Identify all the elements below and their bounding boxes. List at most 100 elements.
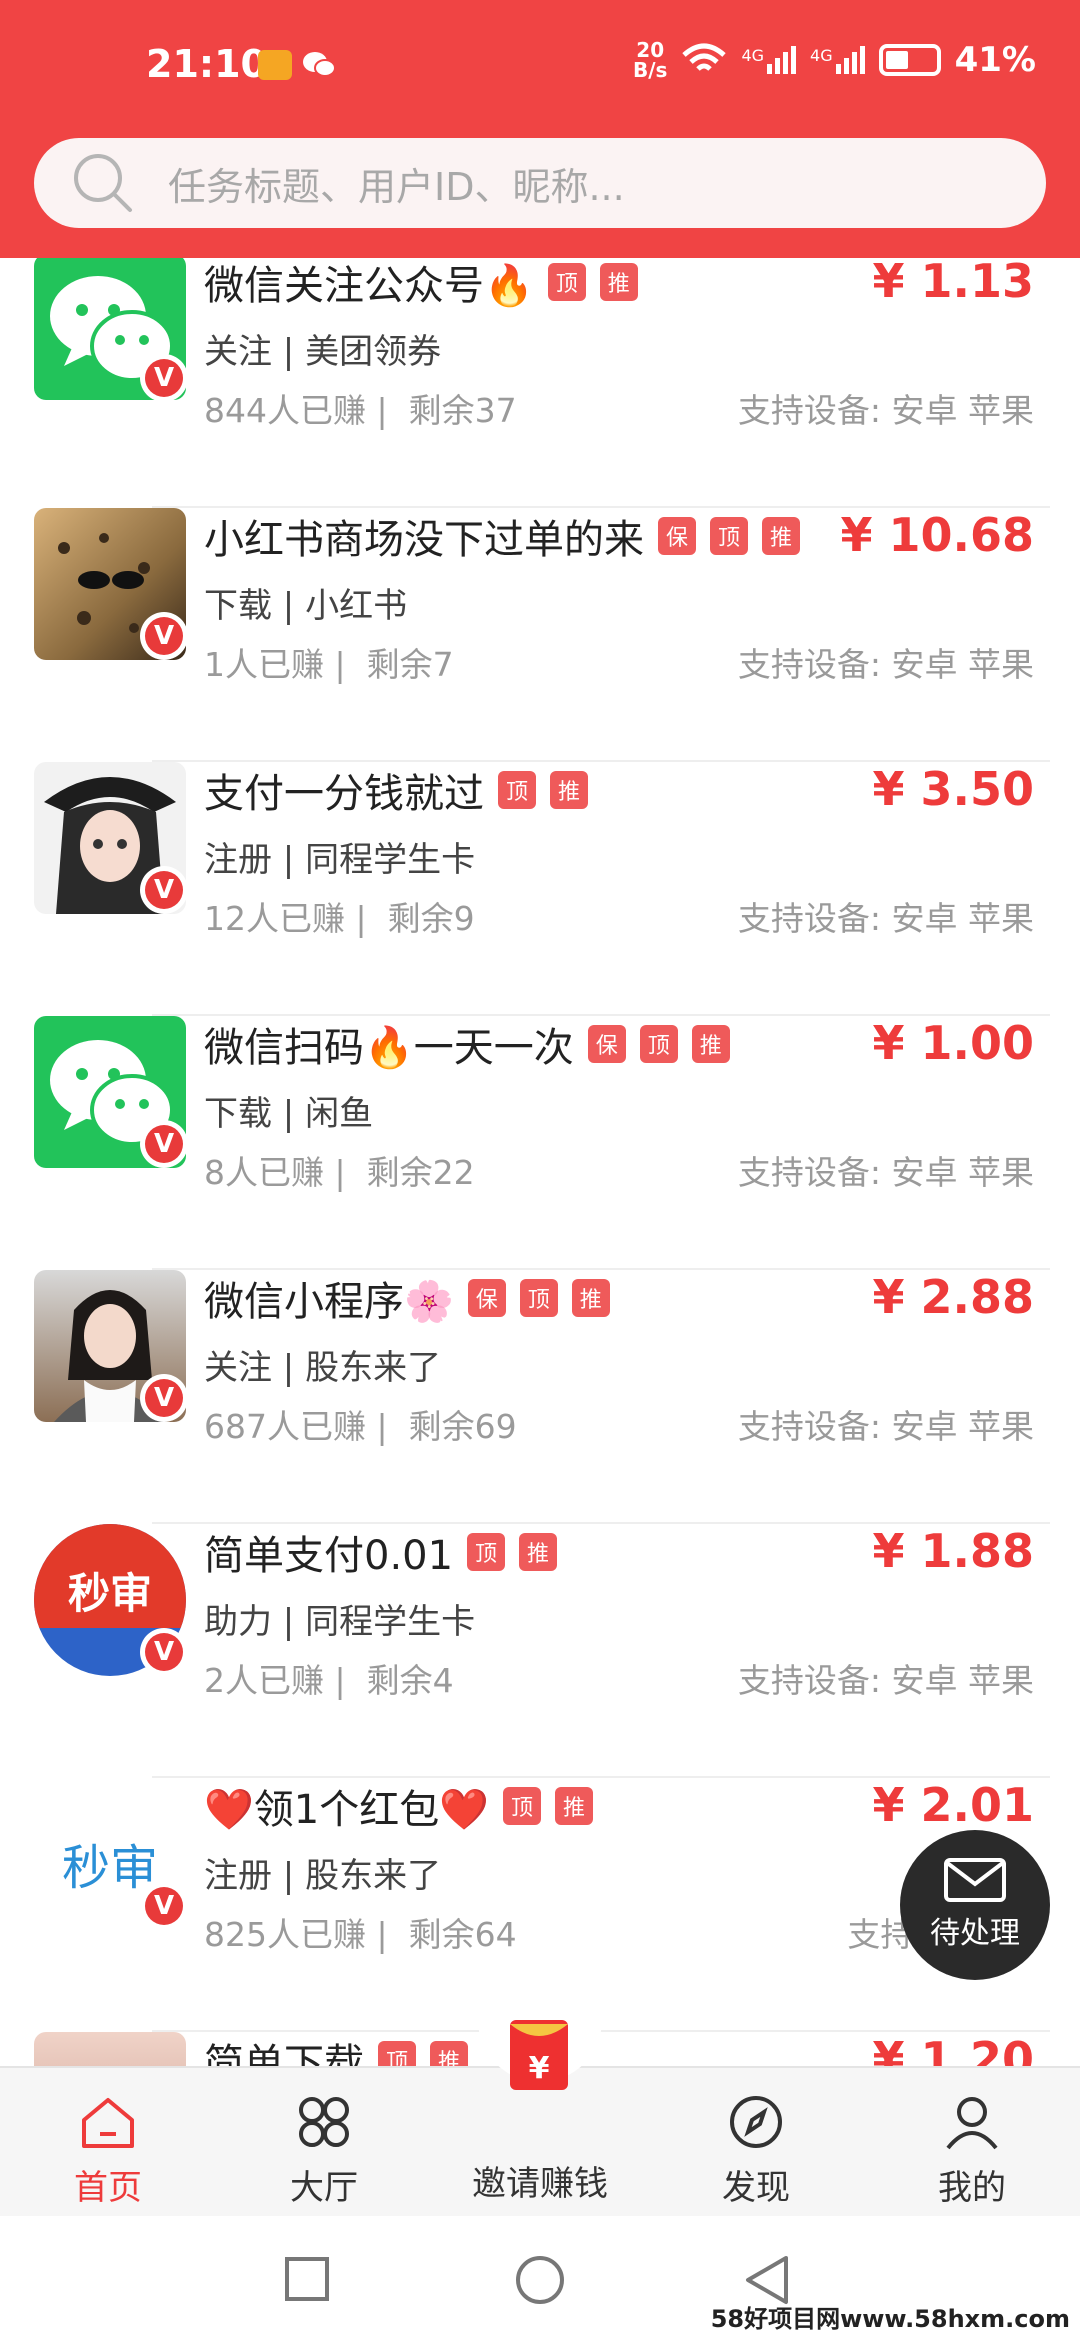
task-item[interactable]: V 小红书商场没下过单的来 保 顶 推 ¥ 10.68 下载 | 小红书 1人已…: [0, 508, 1080, 762]
verified-badge: V: [140, 1628, 188, 1676]
task-devices: 支持设备: 安卓 苹果: [737, 899, 1034, 938]
task-price: ¥ 10.68: [840, 508, 1034, 562]
task-stats: 687人已赚 | 剩余69: [204, 1407, 517, 1446]
home-button[interactable]: [514, 2254, 566, 2306]
wifi-icon: [682, 43, 727, 71]
verified-badge: V: [140, 612, 188, 660]
task-price: ¥ 1.00: [872, 1016, 1034, 1070]
envelope-icon: [944, 1858, 1006, 1902]
tag-guarantee: 保: [587, 1025, 626, 1063]
tag-top: 顶: [503, 1787, 542, 1825]
tag-guarantee: 保: [467, 1279, 506, 1317]
task-price: ¥ 1.20: [872, 2032, 1034, 2066]
verified-badge: V: [140, 1882, 188, 1930]
tab-hall[interactable]: 大厅: [244, 2094, 404, 2209]
task-devices: 支持设备: 安卓 苹果: [737, 645, 1034, 684]
fab-label: 待处理: [930, 1916, 1020, 1951]
tag-recommend: 推: [519, 1533, 558, 1571]
status-bar: 21:10 20 B/s 4G 4G 41%: [0, 0, 1080, 132]
tag-top: 顶: [547, 263, 586, 301]
tag-recommend: 推: [550, 771, 588, 809]
tag-recommend: 推: [571, 1279, 610, 1317]
task-devices: 支持设备: 安卓 苹果: [737, 1661, 1034, 1700]
task-category: 下载 | 闲鱼: [204, 1094, 374, 1134]
task-title-row: 微信扫码🔥一天一次 保 顶 推: [204, 1016, 730, 1072]
task-title: 微信小程序🌸: [204, 1279, 454, 1325]
task-item[interactable]: V 微信扫码🔥一天一次 保 顶 推 ¥ 1.00 下载 | 闲鱼 8人已赚 | …: [0, 1016, 1080, 1270]
svg-text:¥: ¥: [529, 2051, 550, 2086]
tag-recommend: 推: [762, 517, 800, 555]
status-time: 21:10: [146, 42, 267, 86]
red-envelope-icon[interactable]: ¥: [504, 2014, 574, 2094]
system-navbar: 58好项目网www.58hxm.com: [0, 2216, 1080, 2340]
battery-percent: 41%: [954, 40, 1036, 80]
task-price: ¥ 2.01: [872, 1778, 1034, 1832]
verified-badge: V: [140, 354, 188, 402]
task-title: ❤️领1个红包❤️: [204, 1787, 490, 1833]
tab-mine[interactable]: 我的: [892, 2094, 1052, 2209]
task-title: 支付一分钱就过: [204, 771, 484, 817]
tab-invite[interactable]: 邀请赚钱: [440, 2156, 640, 2205]
task-title: 微信关注公众号🔥: [204, 263, 534, 309]
tab-home[interactable]: 首页: [28, 2094, 188, 2209]
task-category: 下载 | 小红书: [204, 586, 408, 626]
watermark: 58好项目网www.58hxm.com: [710, 2305, 1070, 2333]
tag-top: 顶: [639, 1025, 678, 1063]
signal-2: 4G: [810, 46, 865, 74]
task-stats: 12人已赚 | 剩余9: [204, 899, 475, 938]
task-list[interactable]: V 微信关注公众号🔥 顶 推 ¥ 1.13 关注 | 美团领券 844人已赚 |…: [0, 258, 1080, 2066]
task-title: 小红书商场没下过单的来: [204, 517, 644, 563]
tag-recommend: 推: [691, 1025, 730, 1063]
task-stats: 2人已赚 | 剩余4: [204, 1661, 454, 1700]
tag-top: 顶: [519, 1279, 558, 1317]
task-price: ¥ 2.88: [872, 1270, 1034, 1324]
task-title: 简单支付0.01: [204, 1533, 454, 1579]
task-title-row: 微信关注公众号🔥 顶 推: [204, 258, 638, 310]
task-item[interactable]: V 微信关注公众号🔥 顶 推 ¥ 1.13 关注 | 美团领券 844人已赚 |…: [0, 258, 1080, 508]
signal-1: 4G: [741, 46, 797, 74]
user-icon: [946, 2097, 998, 2150]
task-stats: 844人已赚 | 剩余37: [204, 391, 517, 430]
task-item[interactable]: 秒审 V 简单支付0.01 顶 推 ¥ 1.88 助力 | 同程学生卡 2人已赚…: [0, 1524, 1080, 1778]
tag-top: 顶: [710, 517, 748, 555]
task-title-row: 简单下载 顶 推: [204, 2032, 468, 2066]
task-title-row: ❤️领1个红包❤️ 顶 推: [204, 1778, 594, 1834]
net-speed: 20 B/s: [633, 38, 668, 82]
task-title-row: 简单支付0.01 顶 推: [204, 1524, 558, 1580]
verified-badge: V: [140, 1120, 188, 1168]
video-app-icon: [258, 50, 292, 80]
girl-photo-2-avatar: [34, 2032, 186, 2066]
task-category: 注册 | 股东来了: [204, 1856, 442, 1896]
verified-badge: V: [140, 1374, 188, 1422]
task-category: 关注 | 股东来了: [204, 1348, 442, 1388]
task-title-row: 支付一分钱就过 顶 推: [204, 762, 588, 818]
search-input[interactable]: 任务标题、用户ID、昵称...: [34, 138, 1046, 228]
tag-recommend: 推: [430, 2041, 468, 2066]
task-title: 简单下载: [204, 2041, 364, 2066]
recent-apps-button[interactable]: [284, 2256, 330, 2302]
search-icon: [74, 154, 132, 212]
task-stats: 8人已赚 | 剩余22: [204, 1153, 475, 1192]
tag-guarantee: 保: [658, 517, 696, 555]
task-category: 关注 | 美团领券: [204, 332, 442, 372]
task-title-row: 微信小程序🌸 保 顶 推: [204, 1270, 610, 1326]
verified-badge: V: [140, 866, 188, 914]
task-price: ¥ 1.13: [872, 258, 1034, 308]
task-stats: 825人已赚 | 剩余64: [204, 1915, 517, 1954]
task-item[interactable]: V 微信小程序🌸 保 顶 推 ¥ 2.88 关注 | 股东来了 687人已赚 |…: [0, 1270, 1080, 1524]
pending-fab-button[interactable]: 待处理: [900, 1830, 1050, 1980]
compass-icon: [730, 2096, 782, 2148]
wechat-notification-icon: [302, 50, 336, 80]
task-stats: 1人已赚 | 剩余7: [204, 645, 454, 684]
task-title: 微信扫码🔥一天一次: [204, 1025, 574, 1071]
task-title-row: 小红书商场没下过单的来 保 顶 推: [204, 508, 800, 564]
grid-icon: [299, 2097, 349, 2147]
task-item[interactable]: V 支付一分钱就过 顶 推 ¥ 3.50 注册 | 同程学生卡 12人已赚 | …: [0, 762, 1080, 1016]
task-price: ¥ 1.88: [872, 1524, 1034, 1578]
tag-recommend: 推: [599, 263, 638, 301]
tab-discover[interactable]: 发现: [676, 2094, 836, 2209]
tag-top: 顶: [378, 2041, 416, 2066]
tag-recommend: 推: [555, 1787, 594, 1825]
search-placeholder: 任务标题、用户ID、昵称...: [168, 164, 625, 209]
task-devices: 支持设备: 安卓 苹果: [737, 1153, 1034, 1192]
